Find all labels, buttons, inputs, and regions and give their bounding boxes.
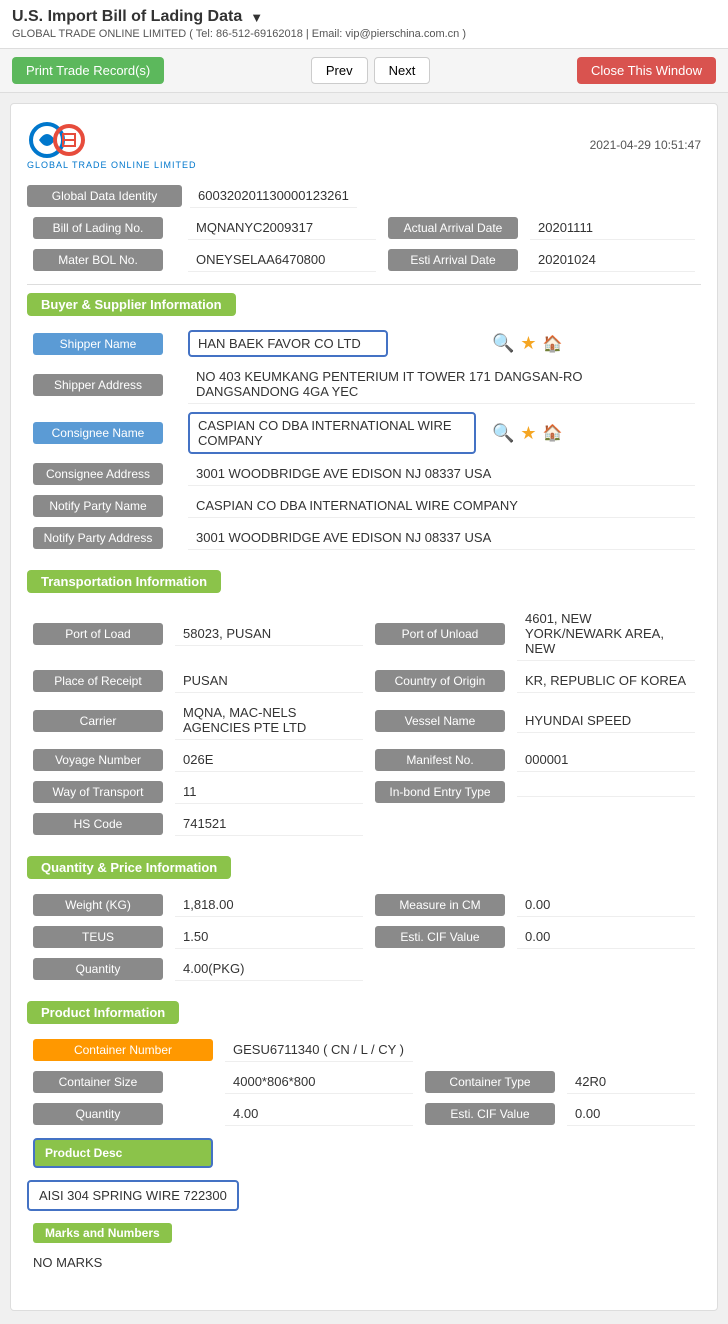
port-of-unload-value: 4601, NEW YORK/NEWARK AREA, NEW (517, 607, 695, 661)
company-logo: GLOBAL TRADE ONLINE LIMITED (27, 120, 197, 170)
bill-of-lading-label: Bill of Lading No. (33, 217, 163, 239)
consignee-address-value: 3001 WOODBRIDGE AVE EDISON NJ 08337 USA (188, 462, 695, 486)
product-desc-value: AISI 304 SPRING WIRE 722300 (27, 1180, 239, 1211)
shipper-search-icon[interactable]: 🔍 (492, 333, 514, 354)
voyage-number-value: 026E (175, 748, 363, 772)
esti-arrival-value: 20201024 (530, 248, 695, 272)
container-type-label: Container Type (425, 1071, 555, 1093)
port-of-load-label: Port of Load (33, 623, 163, 645)
in-bond-entry-label: In-bond Entry Type (375, 781, 505, 803)
consignee-star-icon[interactable]: ★ (520, 423, 536, 444)
product-esti-cif-value: 0.00 (567, 1102, 695, 1126)
subtitle: GLOBAL TRADE ONLINE LIMITED ( Tel: 86-51… (12, 28, 716, 40)
dropdown-arrow-icon[interactable]: ▼ (250, 10, 263, 25)
container-size-value: 4000*806*800 (225, 1070, 413, 1094)
esti-cif-value: 0.00 (517, 925, 695, 949)
shipper-address-value: NO 403 KEUMKANG PENTERIUM IT TOWER 171 D… (188, 365, 695, 404)
buyer-supplier-section-title: Buyer & Supplier Information (27, 293, 236, 316)
country-of-origin-label: Country of Origin (375, 670, 505, 692)
container-number-value: GESU6711340 ( CN / L / CY ) (225, 1038, 413, 1062)
product-desc-label: Product Desc (33, 1138, 213, 1168)
global-data-identity-label: Global Data Identity (27, 185, 182, 207)
shipper-name-value: HAN BAEK FAVOR CO LTD (188, 330, 388, 357)
container-size-label: Container Size (33, 1071, 163, 1093)
consignee-name-value: CASPIAN CO DBA INTERNATIONAL WIRE COMPAN… (188, 412, 476, 454)
notify-party-address-value: 3001 WOODBRIDGE AVE EDISON NJ 08337 USA (188, 526, 695, 550)
product-quantity-value: 4.00 (225, 1102, 413, 1126)
way-of-transport-value: 11 (175, 780, 363, 804)
carrier-label: Carrier (33, 710, 163, 732)
measure-label: Measure in CM (375, 894, 505, 916)
master-bol-value: ONEYSELAA6470800 (188, 248, 376, 272)
quantity-price-section-title: Quantity & Price Information (27, 856, 231, 879)
vessel-name-value: HYUNDAI SPEED (517, 709, 695, 733)
consignee-home-icon[interactable]: 🏠 (543, 423, 563, 443)
quantity-value: 4.00(PKG) (175, 957, 363, 981)
esti-cif-label: Esti. CIF Value (375, 926, 505, 948)
port-of-unload-label: Port of Unload (375, 623, 505, 645)
quantity-label: Quantity (33, 958, 163, 980)
carrier-value: MQNA, MAC-NELS AGENCIES PTE LTD (175, 701, 363, 740)
vessel-name-label: Vessel Name (375, 710, 505, 732)
country-of-origin-value: KR, REPUBLIC OF KOREA (517, 669, 695, 693)
product-esti-cif-label: Esti. CIF Value (425, 1103, 555, 1125)
port-of-load-value: 58023, PUSAN (175, 622, 363, 646)
in-bond-entry-value (517, 788, 695, 797)
manifest-no-label: Manifest No. (375, 749, 505, 771)
product-quantity-label: Quantity (33, 1103, 163, 1125)
marks-value: NO MARKS (33, 1251, 695, 1274)
page-title: U.S. Import Bill of Lading Data (12, 8, 242, 26)
hs-code-value: 741521 (175, 812, 363, 836)
consignee-search-icon[interactable]: 🔍 (492, 423, 514, 444)
prev-button[interactable]: Prev (311, 57, 368, 84)
global-data-identity-value: 600320201130000123261 (190, 184, 357, 208)
teus-label: TEUS (33, 926, 163, 948)
datetime: 2021-04-29 10:51:47 (590, 138, 701, 152)
notify-party-name-label: Notify Party Name (33, 495, 163, 517)
actual-arrival-value: 20201111 (530, 216, 695, 240)
product-info-section-title: Product Information (27, 1001, 179, 1024)
close-button[interactable]: Close This Window (577, 57, 716, 84)
esti-arrival-label: Esti Arrival Date (388, 249, 518, 271)
master-bol-label: Mater BOL No. (33, 249, 163, 271)
consignee-name-label: Consignee Name (33, 422, 163, 444)
voyage-number-label: Voyage Number (33, 749, 163, 771)
marks-and-numbers-label: Marks and Numbers (33, 1223, 172, 1243)
measure-value: 0.00 (517, 893, 695, 917)
place-of-receipt-value: PUSAN (175, 669, 363, 693)
manifest-no-value: 000001 (517, 748, 695, 772)
notify-party-address-label: Notify Party Address (33, 527, 163, 549)
weight-label: Weight (KG) (33, 894, 163, 916)
weight-value: 1,818.00 (175, 893, 363, 917)
consignee-address-label: Consignee Address (33, 463, 163, 485)
next-button[interactable]: Next (374, 57, 431, 84)
place-of-receipt-label: Place of Receipt (33, 670, 163, 692)
print-button[interactable]: Print Trade Record(s) (12, 57, 164, 84)
actual-arrival-label: Actual Arrival Date (388, 217, 518, 239)
container-type-value: 42R0 (567, 1070, 695, 1094)
bill-of-lading-value: MQNANYC2009317 (188, 216, 376, 240)
way-of-transport-label: Way of Transport (33, 781, 163, 803)
transportation-section-title: Transportation Information (27, 570, 221, 593)
shipper-home-icon[interactable]: 🏠 (543, 334, 563, 354)
teus-value: 1.50 (175, 925, 363, 949)
container-number-label: Container Number (33, 1039, 213, 1061)
shipper-star-icon[interactable]: ★ (520, 333, 536, 354)
notify-party-name-value: CASPIAN CO DBA INTERNATIONAL WIRE COMPAN… (188, 494, 695, 518)
shipper-address-label: Shipper Address (33, 374, 163, 396)
hs-code-label: HS Code (33, 813, 163, 835)
shipper-name-label: Shipper Name (33, 333, 163, 355)
